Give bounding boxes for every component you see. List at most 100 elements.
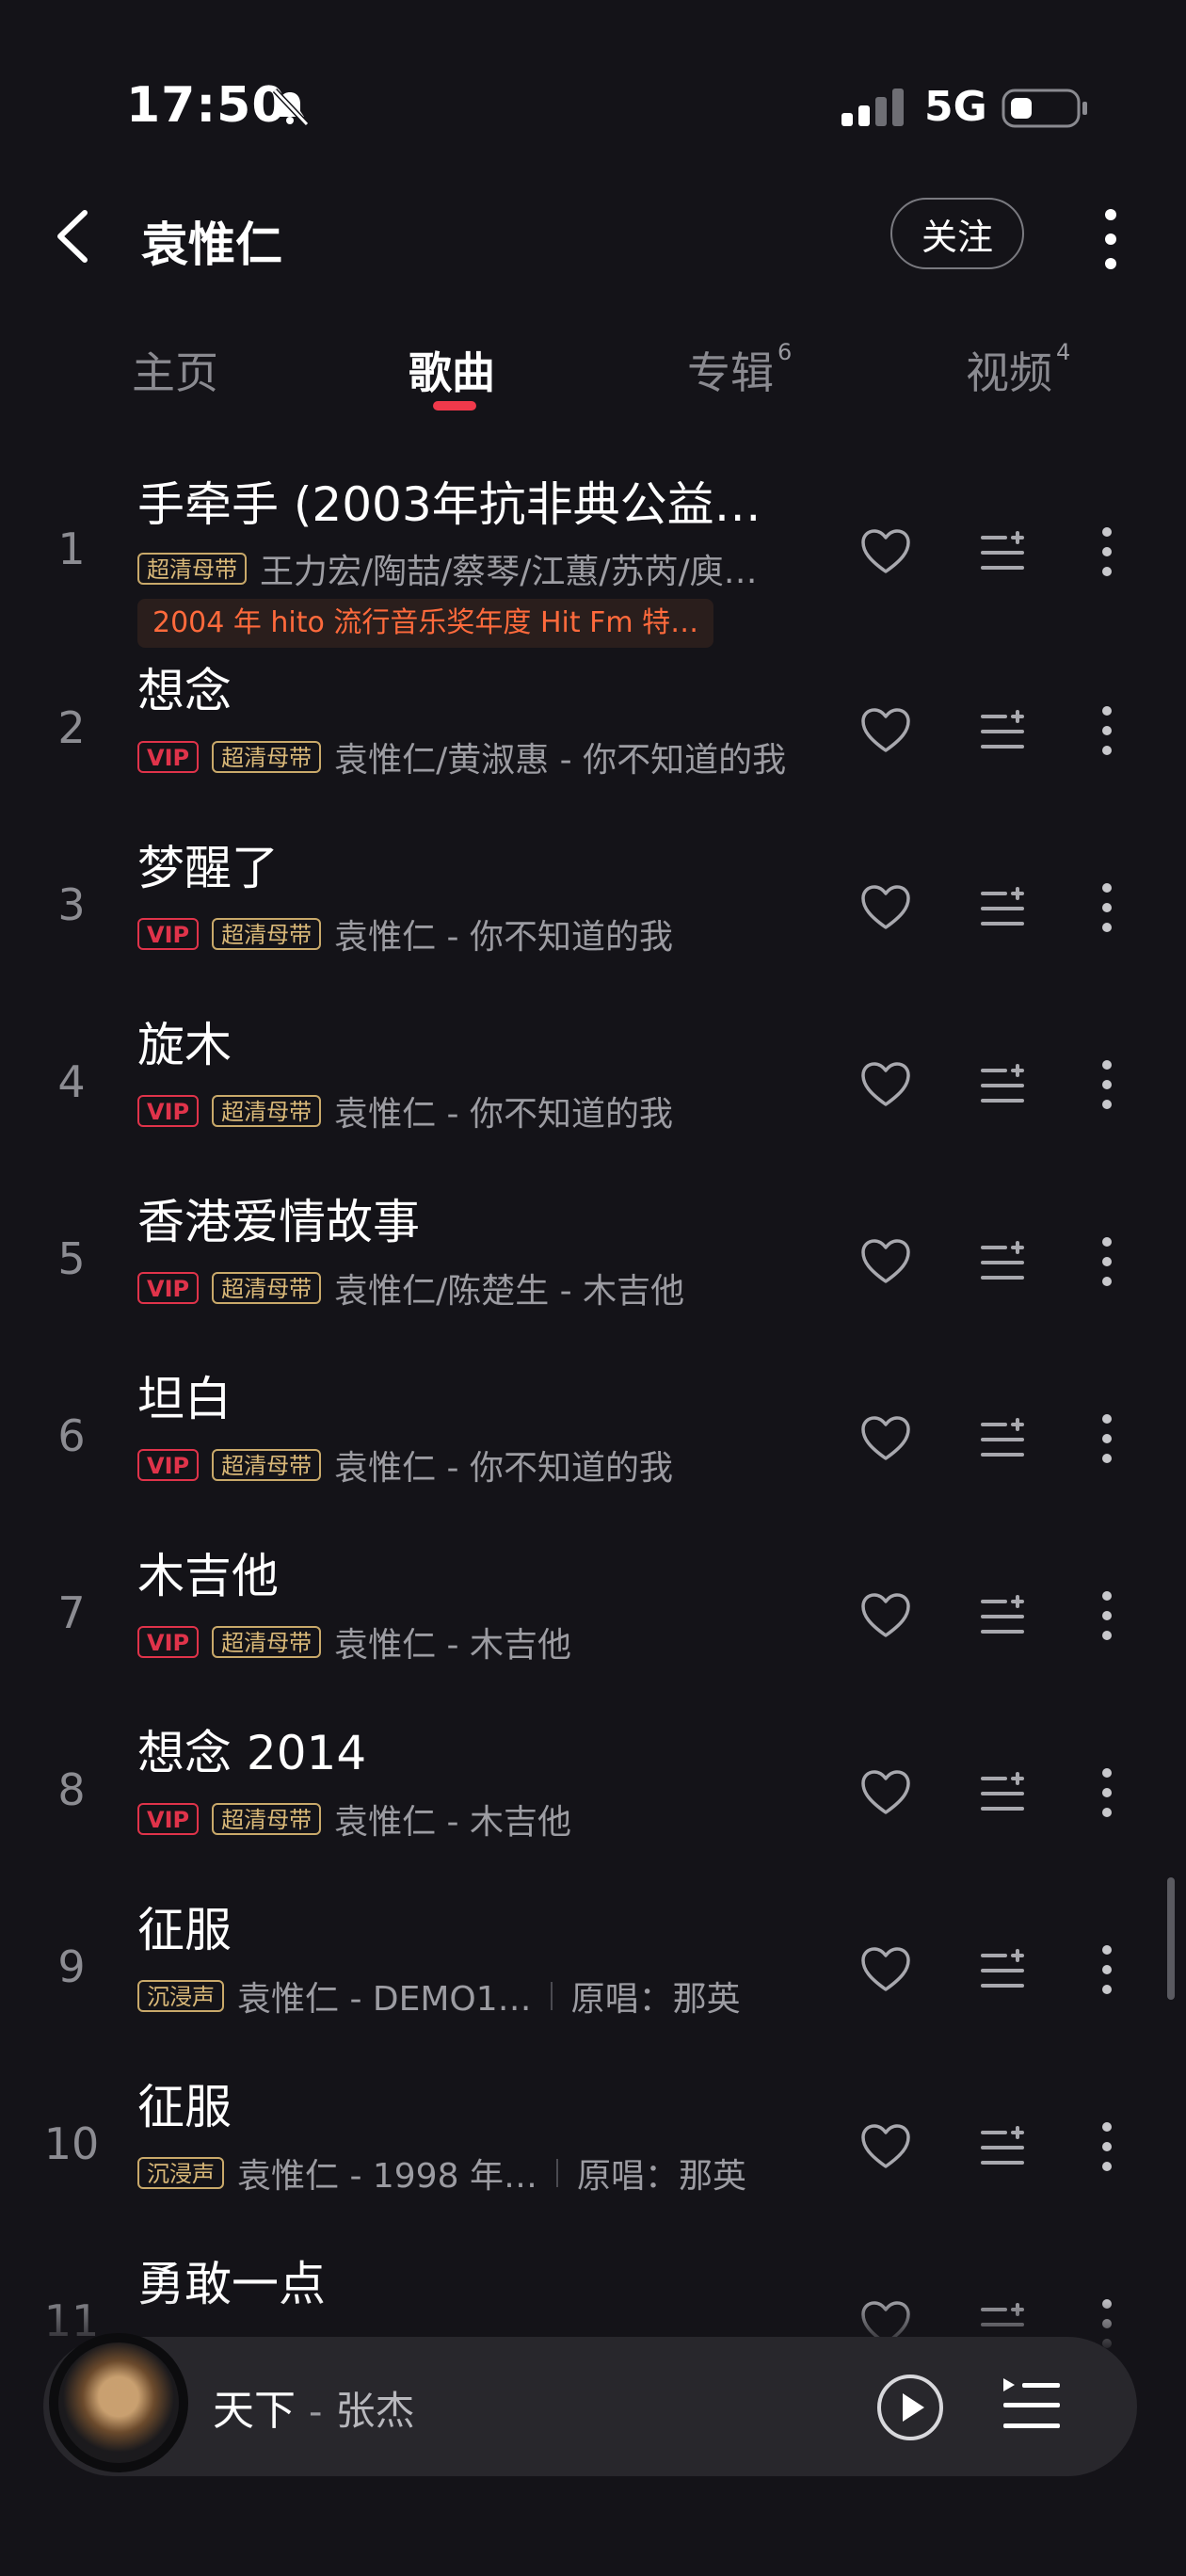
- heart-outline-icon[interactable]: [860, 528, 911, 575]
- song-row[interactable]: 8 想念 2014 VIP 超清母带 袁惟仁 - 木吉他: [0, 1715, 1186, 1892]
- original-singer: 原唱：那英: [570, 1980, 741, 2019]
- song-row[interactable]: 10 征服 沉浸声 袁惟仁 - 1998 年… 原唱：那英: [0, 2069, 1186, 2246]
- more-vertical-icon[interactable]: [1094, 205, 1128, 273]
- song-title: 征服: [137, 2080, 232, 2134]
- add-to-queue-icon[interactable]: [979, 530, 1026, 573]
- tab-videos[interactable]: 视频 4: [966, 339, 1070, 401]
- song-meta: VIP 超清母带 袁惟仁 - 你不知道的我: [137, 1441, 673, 1489]
- add-to-queue-icon[interactable]: [979, 886, 1026, 929]
- song-row[interactable]: 3 梦醒了 VIP 超清母带 袁惟仁 - 你不知道的我: [0, 830, 1186, 1007]
- add-to-queue-icon[interactable]: [979, 1594, 1026, 1637]
- now-playing-title: 天下: [213, 2387, 296, 2435]
- quality-badge: 超清母带: [212, 1272, 322, 1304]
- quality-badge: 超清母带: [212, 1449, 322, 1481]
- vip-badge: VIP: [137, 918, 200, 950]
- mini-player[interactable]: 天下 - 张杰: [43, 2333, 1137, 2476]
- meta-divider: [555, 2159, 558, 2187]
- add-to-queue-icon[interactable]: [979, 1240, 1026, 1283]
- song-row[interactable]: 4 旋木 VIP 超清母带 袁惟仁 - 你不知道的我: [0, 1007, 1186, 1184]
- track-number: 2: [57, 702, 86, 753]
- heart-outline-icon[interactable]: [860, 1946, 911, 1993]
- heart-outline-icon[interactable]: [860, 884, 911, 931]
- more-vertical-icon[interactable]: [1096, 1059, 1118, 1110]
- heart-outline-icon[interactable]: [860, 1769, 911, 1816]
- song-artist-album: 袁惟仁 - 你不知道的我: [334, 1095, 673, 1134]
- follow-button[interactable]: 关注: [890, 198, 1024, 269]
- song-artist-album: 袁惟仁 - 你不知道的我: [334, 918, 673, 957]
- more-vertical-icon[interactable]: [1096, 1590, 1118, 1641]
- playlist-icon[interactable]: [1000, 2375, 1064, 2437]
- heart-outline-icon[interactable]: [860, 1061, 911, 1108]
- vip-badge: VIP: [137, 1449, 200, 1481]
- artist-name: 袁惟仁: [141, 217, 282, 272]
- song-artist-album: 袁惟仁/陈楚生 - 木吉他: [334, 1272, 685, 1311]
- quality-badge: 沉浸声: [137, 1980, 224, 2012]
- tab-songs[interactable]: 歌曲: [409, 339, 495, 401]
- more-vertical-icon[interactable]: [1096, 1413, 1118, 1464]
- more-vertical-icon[interactable]: [1096, 1767, 1118, 1818]
- vip-badge: VIP: [137, 1803, 200, 1835]
- vip-badge: VIP: [137, 1626, 200, 1658]
- heart-outline-icon[interactable]: [860, 1238, 911, 1285]
- quality-badge: 超清母带: [137, 553, 247, 585]
- quality-badge: 沉浸声: [137, 2157, 224, 2189]
- network-type: 5G: [924, 83, 987, 131]
- track-number: 4: [57, 1056, 86, 1107]
- add-to-queue-icon[interactable]: [979, 1948, 1026, 1991]
- more-vertical-icon[interactable]: [1096, 1236, 1118, 1287]
- add-to-queue-icon[interactable]: [979, 1063, 1026, 1106]
- add-to-queue-icon[interactable]: [979, 1417, 1026, 1460]
- song-artist-album: 袁惟仁 - 木吉他: [334, 1626, 571, 1665]
- tab-albums[interactable]: 专辑 6: [687, 339, 792, 401]
- quality-badge: 超清母带: [212, 918, 322, 950]
- scrollbar[interactable]: [1167, 1877, 1175, 2000]
- heart-outline-icon[interactable]: [860, 2123, 911, 2170]
- tab-videos-count: 4: [1056, 339, 1071, 365]
- song-meta: VIP 超清母带 袁惟仁 - 木吉他: [137, 1795, 571, 1843]
- vip-badge: VIP: [137, 1095, 200, 1127]
- back-chevron-icon[interactable]: [49, 207, 98, 266]
- song-artist-album: 袁惟仁/黄淑惠 - 你不知道的我: [334, 741, 787, 780]
- song-title: 梦醒了: [137, 841, 279, 895]
- heart-outline-icon[interactable]: [860, 1415, 911, 1462]
- song-meta: 沉浸声 袁惟仁 - DEMO1… 原唱：那英: [137, 1972, 741, 2021]
- song-artist-album: 袁惟仁 - 你不知道的我: [334, 1449, 673, 1488]
- track-number: 10: [43, 2118, 100, 2169]
- song-title: 香港爱情故事: [137, 1195, 420, 1249]
- song-meta: VIP 超清母带 袁惟仁 - 你不知道的我: [137, 1087, 673, 1135]
- active-tab-indicator: [433, 401, 476, 411]
- song-row[interactable]: 1 手牵手 (2003年抗非典公益… 超清母带 王力宏/陶喆/蔡琴/江蕙/苏芮/庾… 2…: [0, 458, 1186, 648]
- track-number: 8: [57, 1764, 86, 1815]
- heart-outline-icon[interactable]: [860, 1592, 911, 1639]
- vip-badge: VIP: [137, 1272, 200, 1304]
- more-vertical-icon[interactable]: [1096, 705, 1118, 756]
- song-title: 征服: [137, 1903, 232, 1957]
- album-cover[interactable]: [49, 2333, 188, 2472]
- battery-icon: [1002, 89, 1087, 128]
- add-to-queue-icon[interactable]: [979, 2125, 1026, 2168]
- more-vertical-icon[interactable]: [1096, 526, 1118, 577]
- status-time: 17:50: [126, 77, 287, 134]
- more-vertical-icon[interactable]: [1096, 882, 1118, 933]
- more-vertical-icon[interactable]: [1096, 1944, 1118, 1995]
- cellular-signal-icon: [841, 89, 904, 126]
- song-row[interactable]: 9 征服沉浸声 袁惟仁 - DEMO1… 原唱：那英: [0, 1892, 1186, 2069]
- heart-outline-icon[interactable]: [860, 707, 911, 754]
- quality-badge: 超清母带: [212, 1626, 322, 1658]
- add-to-queue-icon[interactable]: [979, 1771, 1026, 1814]
- original-singer: 原唱：那英: [576, 2157, 746, 2196]
- song-row[interactable]: 7 木吉他 VIP 超清母带 袁惟仁 - 木吉他: [0, 1538, 1186, 1715]
- quality-badge: 超清母带: [212, 741, 322, 773]
- silent-bell-icon: [272, 88, 310, 127]
- song-row[interactable]: 2 想念 VIP 超清母带 袁惟仁/黄淑惠 - 你不知道的我: [0, 653, 1186, 830]
- song-row[interactable]: 5 香港爱情故事 VIP 超清母带 袁惟仁/陈楚生 - 木吉他: [0, 1184, 1186, 1361]
- more-vertical-icon[interactable]: [1096, 2121, 1118, 2172]
- track-number: 9: [57, 1941, 86, 1992]
- add-to-queue-icon[interactable]: [979, 709, 1026, 752]
- track-number: 1: [57, 523, 86, 574]
- song-title: 想念: [137, 664, 232, 718]
- song-row[interactable]: 6 坦白 VIP 超清母带 袁惟仁 - 你不知道的我: [0, 1361, 1186, 1538]
- play-circle-icon[interactable]: [875, 2373, 945, 2442]
- song-artist-album: 袁惟仁 - 木吉他: [334, 1803, 571, 1842]
- tab-home[interactable]: 主页: [132, 339, 218, 401]
